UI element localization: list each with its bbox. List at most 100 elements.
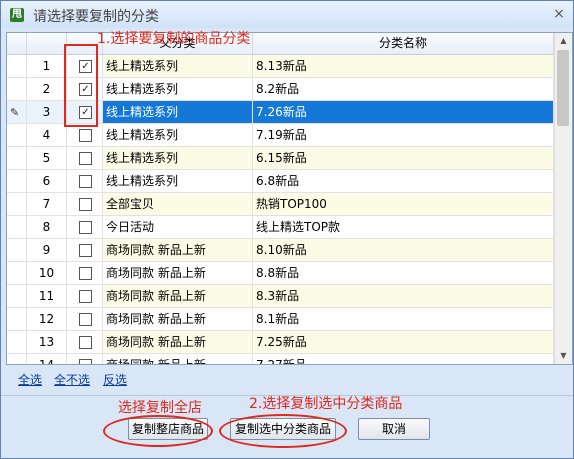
row-indicator: [7, 239, 27, 262]
row-checkbox[interactable]: [79, 313, 92, 326]
table-row[interactable]: 6 线上精选系列 6.8新品: [7, 170, 554, 193]
row-indicator: [7, 170, 27, 193]
row-number: 14: [27, 354, 67, 364]
close-button[interactable]: ×: [551, 6, 567, 22]
annotation-oval-selected: [219, 414, 347, 448]
row-checkbox[interactable]: [79, 152, 92, 165]
table-row[interactable]: 9 商场同款 新品上新 8.10新品: [7, 239, 554, 262]
row-indicator: [7, 262, 27, 285]
row-checkbox-cell: [67, 308, 103, 331]
table-row[interactable]: 4 线上精选系列 7.19新品: [7, 124, 554, 147]
dialog-title: 请选择要复制的分类: [33, 9, 159, 25]
annotation-oval-store: [103, 415, 213, 447]
row-checkbox-cell: [67, 147, 103, 170]
table-row[interactable]: 13 商场同款 新品上新 7.25新品: [7, 331, 554, 354]
table-row[interactable]: 11 商场同款 新品上新 8.3新品: [7, 285, 554, 308]
row-indicator: [7, 308, 27, 331]
category-name-cell: 8.10新品: [253, 239, 554, 262]
app-logo-icon: 甩: [10, 8, 24, 22]
row-number: 12: [27, 308, 67, 331]
cancel-button[interactable]: 取消: [358, 418, 430, 440]
row-indicator: [7, 55, 27, 78]
scroll-down-icon[interactable]: ▼: [555, 348, 572, 364]
parent-category-cell: 线上精选系列: [103, 101, 253, 124]
row-checkbox-cell: [67, 124, 103, 147]
category-name-cell: 7.26新品: [253, 101, 554, 124]
table-row[interactable]: 5 线上精选系列 6.15新品: [7, 147, 554, 170]
row-checkbox[interactable]: [79, 221, 92, 234]
invert-selection-link[interactable]: 反选: [103, 371, 127, 388]
row-indicator: ✎: [7, 101, 27, 124]
row-number: 10: [27, 262, 67, 285]
row-number: 3: [27, 101, 67, 124]
category-name-cell: 6.15新品: [253, 147, 554, 170]
row-indicator: [7, 147, 27, 170]
row-checkbox-cell: [67, 262, 103, 285]
select-none-link[interactable]: 全不选: [54, 371, 90, 388]
parent-category-cell: 商场同款 新品上新: [103, 239, 253, 262]
header-number: [27, 33, 67, 54]
row-indicator: [7, 354, 27, 364]
row-checkbox[interactable]: [79, 359, 92, 364]
parent-category-cell: 商场同款 新品上新: [103, 285, 253, 308]
row-checkbox-cell: [67, 285, 103, 308]
category-name-cell: 热销TOP100: [253, 193, 554, 216]
row-checkbox[interactable]: [79, 244, 92, 257]
row-number: 6: [27, 170, 67, 193]
row-number: 5: [27, 147, 67, 170]
row-checkbox-cell: [67, 216, 103, 239]
row-checkbox[interactable]: [79, 129, 92, 142]
row-number: 2: [27, 78, 67, 101]
row-indicator: [7, 193, 27, 216]
row-number: 11: [27, 285, 67, 308]
parent-category-cell: 线上精选系列: [103, 147, 253, 170]
parent-category-cell: 线上精选系列: [103, 170, 253, 193]
category-name-cell: 8.3新品: [253, 285, 554, 308]
table-row[interactable]: 10 商场同款 新品上新 8.8新品: [7, 262, 554, 285]
parent-category-cell: 线上精选系列: [103, 55, 253, 78]
vertical-scrollbar[interactable]: ▲ ▼: [554, 33, 572, 364]
select-all-link[interactable]: 全选: [18, 371, 42, 388]
row-number: 9: [27, 239, 67, 262]
row-checkbox[interactable]: [79, 267, 92, 280]
scroll-up-icon[interactable]: ▲: [555, 33, 572, 49]
table-row[interactable]: 12 商场同款 新品上新 8.1新品: [7, 308, 554, 331]
category-name-cell: 7.25新品: [253, 331, 554, 354]
category-name-cell: 6.8新品: [253, 170, 554, 193]
copy-category-dialog: 甩 请选择要复制的分类 × 父分类 分类名称 1 ✓ 线上精选系列 8.13新品 2 ✓ 线…: [0, 0, 574, 459]
category-name-cell: 8.8新品: [253, 262, 554, 285]
table-row[interactable]: 14 商场同款 新品上新 7.27新品: [7, 354, 554, 364]
scroll-thumb[interactable]: [557, 50, 569, 126]
row-number: 1: [27, 55, 67, 78]
row-indicator: [7, 124, 27, 147]
annotation-checkbox-frame: [64, 44, 98, 127]
row-checkbox[interactable]: [79, 336, 92, 349]
annotation-step2: 2.选择复制选中分类商品: [249, 396, 403, 412]
row-checkbox[interactable]: [79, 198, 92, 211]
table-row[interactable]: 7 全部宝贝 热销TOP100: [7, 193, 554, 216]
row-indicator: [7, 285, 27, 308]
row-number: 13: [27, 331, 67, 354]
row-checkbox[interactable]: [79, 290, 92, 303]
table-row[interactable]: 8 今日活动 线上精选TOP款: [7, 216, 554, 239]
edit-pencil-icon: ✎: [10, 106, 20, 119]
row-checkbox-cell: [67, 239, 103, 262]
parent-category-cell: 商场同款 新品上新: [103, 308, 253, 331]
category-name-cell: 7.19新品: [253, 124, 554, 147]
row-indicator: [7, 78, 27, 101]
row-number: 8: [27, 216, 67, 239]
title-bar: 甩 请选择要复制的分类 ×: [1, 1, 573, 28]
row-checkbox-cell: [67, 193, 103, 216]
header-indicator: [7, 33, 27, 54]
row-checkbox[interactable]: [79, 175, 92, 188]
row-indicator: [7, 331, 27, 354]
parent-category-cell: 线上精选系列: [103, 124, 253, 147]
parent-category-cell: 商场同款 新品上新: [103, 262, 253, 285]
header-category-name[interactable]: 分类名称: [253, 33, 554, 54]
parent-category-cell: 线上精选系列: [103, 78, 253, 101]
category-name-cell: 8.2新品: [253, 78, 554, 101]
row-checkbox-cell: [67, 354, 103, 364]
row-checkbox-cell: [67, 170, 103, 193]
parent-category-cell: 商场同款 新品上新: [103, 354, 253, 364]
row-indicator: [7, 216, 27, 239]
